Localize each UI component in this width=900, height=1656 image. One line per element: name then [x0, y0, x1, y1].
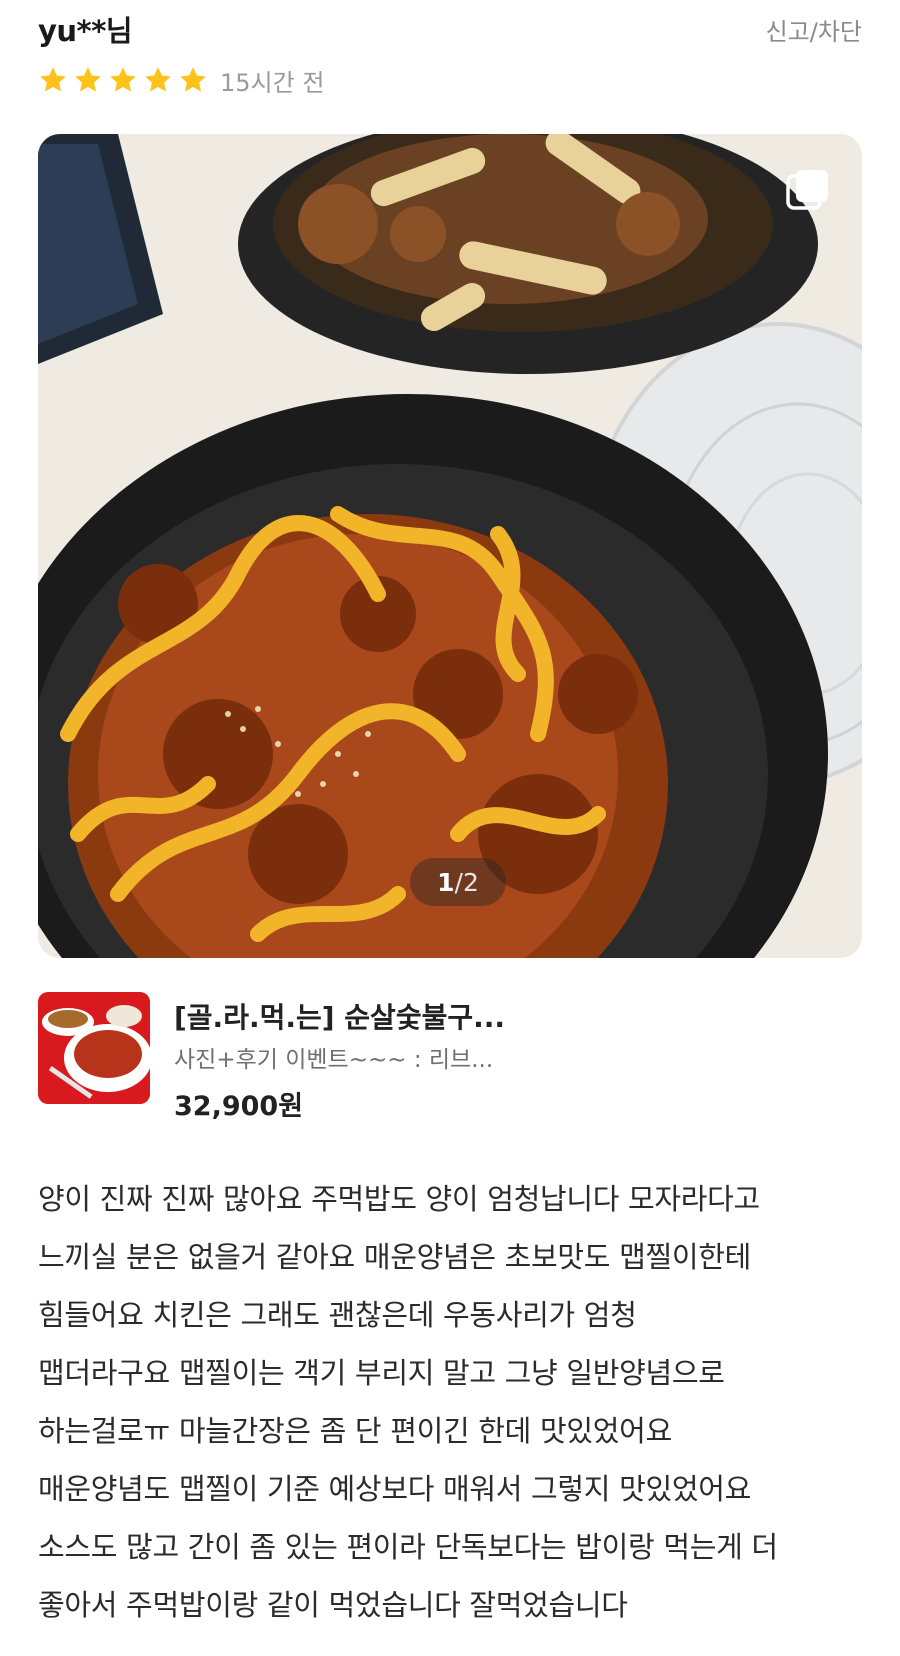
review-line: 하는걸로ㅠ 마늘간장은 좀 단 편이긴 한데 맛있었어요	[38, 1414, 672, 1448]
review-line: 양이 진짜 진짜 많아요 주먹밥도 양이 엄청납니다 모자라다고	[38, 1182, 760, 1216]
pager-separator: /	[454, 867, 463, 897]
report-block-link[interactable]: 신고/차단	[766, 12, 862, 47]
product-name: [골.라.먹.는] 순살숯불구...	[174, 1001, 506, 1034]
star-icon	[180, 67, 206, 92]
rating-row: 15시간 전	[38, 62, 324, 98]
product-card[interactable]: [골.라.먹.는] 순살숯불구... 사진+후기 이벤트~~~ : 리브... …	[38, 992, 862, 1122]
review-text: 양이 진짜 진짜 많아요 주먹밥도 양이 엄청납니다 모자라다고 느끼실 분은 …	[38, 1170, 878, 1634]
product-thumbnail	[38, 992, 150, 1104]
review-photo[interactable]: 1 / 2	[38, 134, 862, 958]
product-price: 32,900원	[174, 1091, 304, 1122]
star-icon	[75, 67, 101, 92]
star-icon	[110, 67, 136, 92]
review-line: 소스도 많고 간이 좀 있는 편이라 단독보다는 밥이랑 먹는게 더	[38, 1530, 778, 1564]
review-time: 15시간 전	[220, 68, 325, 97]
multiple-photos-icon	[786, 170, 828, 210]
product-description: 사진+후기 이벤트~~~ : 리브...	[174, 1047, 494, 1073]
pager-total: 2	[462, 867, 479, 897]
review-line: 맵더라구요 맵찔이는 객기 부리지 말고 그냥 일반양념으로	[38, 1356, 725, 1390]
review-line: 좋아서 주먹밥이랑 같이 먹었습니다 잘먹었습니다	[38, 1588, 628, 1622]
review-line: 매운양념도 맵찔이 기준 예상보다 매워서 그렇지 맛있었어요	[38, 1472, 752, 1506]
star-icon	[145, 67, 171, 92]
review-line: 힘들어요 치킨은 그래도 괜찮은데 우동사리가 엄청	[38, 1298, 637, 1332]
pager-current: 1	[437, 867, 455, 897]
star-icon	[40, 67, 66, 92]
review-line: 느끼실 분은 없을거 같아요 매운양념은 초보맛도 맵찔이한테	[38, 1240, 752, 1274]
photo-pager: 1 / 2	[410, 858, 506, 906]
reviewer-name: yu**님	[38, 14, 133, 48]
food-photo-image	[38, 134, 862, 958]
review-header: yu**님 신고/차단	[38, 8, 862, 48]
